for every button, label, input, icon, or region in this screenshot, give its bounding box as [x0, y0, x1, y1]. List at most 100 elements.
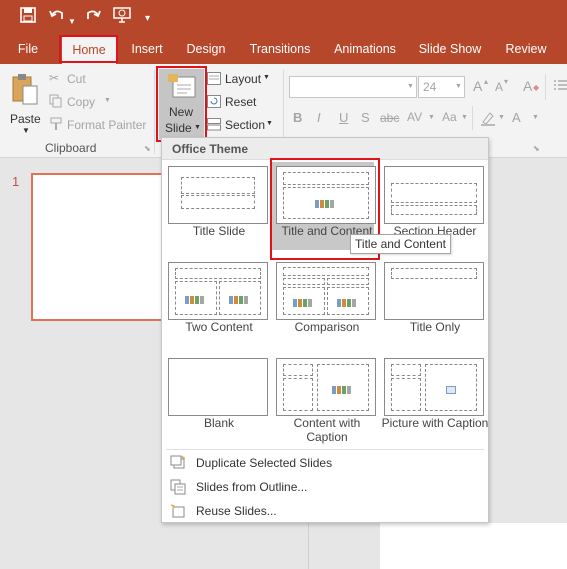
character-spacing-dropdown-icon[interactable]: ▼ [428, 114, 435, 121]
tab-design[interactable]: Design [183, 34, 229, 64]
tab-insert[interactable]: Insert [126, 34, 168, 64]
gallery-header: Office Theme [162, 138, 488, 160]
text-placeholder [391, 205, 477, 215]
picture-icon [446, 383, 456, 397]
save-icon[interactable] [20, 7, 36, 28]
undo-icon[interactable] [48, 7, 68, 28]
layout-title-only[interactable]: Title Only [380, 258, 484, 346]
shrink-font-button[interactable]: A [495, 80, 503, 94]
paste-button[interactable]: Paste ▼ [8, 70, 42, 135]
grow-font-arrow-icon: ▴ [484, 77, 489, 86]
redo-icon[interactable] [84, 7, 102, 28]
copy-icon [49, 94, 63, 111]
copy-dropdown-icon[interactable]: ▼ [104, 97, 111, 104]
layout-comparison[interactable]: Comparison [272, 258, 376, 346]
title-placeholder [391, 268, 477, 279]
tab-transitions[interactable]: Transitions [247, 34, 313, 64]
strikethrough-button[interactable]: abc [380, 111, 399, 125]
title-placeholder [181, 177, 255, 194]
layout-content-with-caption[interactable]: Content with Caption [272, 354, 376, 444]
slides-from-outline[interactable]: Slides from Outline... [168, 476, 484, 498]
layout-thumbnail [384, 358, 484, 416]
layout-thumbnail [168, 262, 268, 320]
layout-title-slide[interactable]: Title Slide [164, 162, 268, 250]
tab-file[interactable]: File [12, 34, 44, 64]
duplicate-slides-icon [170, 455, 186, 471]
cut-button[interactable]: Cut [67, 72, 86, 86]
font-size-value: 24 [423, 80, 437, 94]
content-icons [332, 383, 354, 394]
present-icon[interactable] [113, 7, 131, 28]
paste-dropdown-icon: ▼ [22, 126, 30, 135]
tab-slide-show[interactable]: Slide Show [418, 34, 482, 64]
font-color-dropdown-icon[interactable]: ▼ [532, 114, 539, 121]
title-placeholder [283, 267, 369, 276]
group-divider [154, 70, 155, 154]
font-launcher-icon[interactable]: ⬊ [533, 144, 540, 153]
bold-button[interactable]: B [293, 110, 302, 125]
caption-text-placeholder [283, 378, 313, 411]
italic-button[interactable]: I [317, 110, 321, 125]
font-size-box[interactable]: 24 ▼ [418, 76, 465, 98]
clipboard-group-label: Clipboard [45, 141, 97, 155]
section-button[interactable]: Section [225, 118, 265, 132]
layout-thumbnail [168, 166, 268, 224]
group-divider [472, 106, 473, 130]
highlight-dropdown-icon[interactable]: ▼ [498, 114, 505, 121]
home-tab-highlight [59, 35, 118, 63]
grow-font-button[interactable]: A [473, 78, 482, 94]
highlight-color-icon[interactable] [480, 110, 496, 129]
reuse-slides[interactable]: Reuse Slides... [168, 500, 484, 522]
layout-picture-with-caption[interactable]: Picture with Caption [380, 354, 488, 442]
content-icons [229, 293, 251, 304]
pane-divider [308, 523, 309, 569]
font-name-box[interactable]: ▼ [289, 76, 417, 98]
menu-label: Reuse Slides... [196, 504, 277, 518]
tab-animations[interactable]: Animations [331, 34, 399, 64]
font-color-icon[interactable]: A [512, 110, 521, 125]
character-spacing-icon[interactable]: AV [407, 110, 422, 124]
reset-button[interactable]: Reset [225, 95, 256, 109]
new-slide-highlight [156, 66, 207, 142]
gallery-separator [166, 449, 484, 450]
font-size-dropdown-icon: ▼ [455, 83, 462, 90]
clipboard-launcher-icon[interactable]: ⬊ [144, 144, 151, 153]
reset-icon [207, 95, 221, 111]
left-heading-placeholder [283, 278, 325, 285]
layout-two-content[interactable]: Two Content [164, 258, 268, 346]
cut-icon: ✂ [49, 71, 60, 85]
shadow-button[interactable]: S [361, 110, 370, 125]
layout-dropdown-icon[interactable]: ▼ [263, 74, 270, 81]
layout-button[interactable]: Layout [225, 72, 261, 86]
underline-button[interactable]: U [339, 110, 348, 125]
slide-canvas[interactable] [380, 523, 567, 569]
change-case-dropdown-icon[interactable]: ▼ [461, 114, 468, 121]
layout-label: Title Slide [192, 224, 246, 238]
undo-dropdown-icon[interactable]: ▼ [68, 13, 76, 31]
content-icons [293, 296, 315, 307]
menu-label: Slides from Outline... [196, 480, 308, 494]
bullets-icon[interactable] [553, 78, 567, 95]
title-placeholder [391, 183, 477, 203]
change-case-icon[interactable]: Aa [442, 110, 457, 124]
content-icons [185, 293, 207, 304]
gallery-header-label: Office Theme [172, 142, 249, 156]
content-icons [337, 296, 359, 307]
tab-review[interactable]: Review [503, 34, 549, 64]
format-painter-button[interactable]: Format Painter [67, 118, 146, 132]
right-heading-placeholder [327, 278, 369, 285]
slide-thumbnail[interactable] [31, 173, 163, 321]
copy-button[interactable]: Copy [67, 95, 95, 109]
layout-label: Blank [203, 416, 235, 430]
paste-label: Paste [10, 112, 41, 126]
layout-label: Comparison [294, 320, 360, 334]
layout-blank[interactable]: Blank [164, 354, 268, 442]
section-dropdown-icon[interactable]: ▼ [266, 120, 273, 127]
layout-label: Content with Caption [293, 416, 361, 444]
layout-label: Picture with Caption [381, 416, 489, 430]
customize-icon[interactable]: ▾ [145, 10, 150, 28]
duplicate-selected-slides[interactable]: Duplicate Selected Slides [168, 452, 484, 474]
clear-formatting-button[interactable]: A [523, 78, 532, 94]
outline-icon [170, 479, 186, 495]
quick-access-toolbar: ▼ ▾ [0, 0, 567, 34]
